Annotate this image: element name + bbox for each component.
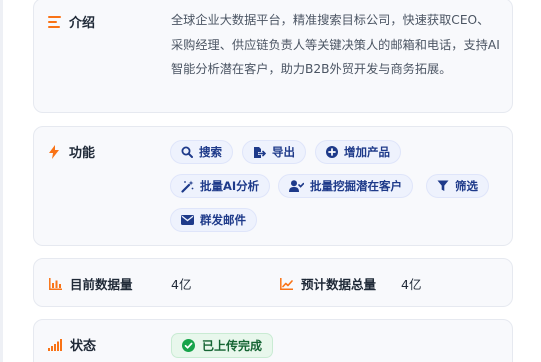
batch-mine-prospects-label: 批量挖掘潜在客户 [310,179,402,193]
intro-label: 介绍 [47,12,95,31]
plus-circle-icon [326,146,338,158]
intro-description: 全球企业大数据平台，精准搜索目标公司，快速获取CEO、采购经理、供应链负责人等关… [171,13,500,76]
mass-email-button-label: 群发邮件 [200,213,246,227]
expected-data-label-text: 预计数据总量 [301,277,377,292]
filter-icon [437,180,449,191]
batch-ai-analysis-label: 批量AI分析 [200,179,260,193]
intro-label-text: 介绍 [69,16,96,31]
search-button-label: 搜索 [199,145,222,159]
bolt-icon [47,144,61,159]
status-label: 状态 [48,335,96,354]
search-button[interactable]: 搜索 [170,140,233,164]
align-left-icon [47,15,61,29]
status-label-text: 状态 [70,339,97,354]
search-icon [181,146,193,158]
stats-card: 目前数据量 4亿 预计数据总量 4亿 [33,258,513,307]
mass-email-button[interactable]: 群发邮件 [170,208,257,232]
user-check-icon [289,180,304,192]
export-icon [254,146,266,158]
features-label-text: 功能 [69,146,96,161]
bar-chart-icon [48,277,62,291]
left-edge-divider [0,0,3,362]
features-card: 功能 搜索 导出 增加产品 批量AI分析 批量挖掘潜在客户 筛选 群发邮件 [33,126,513,246]
batch-mine-prospects-button[interactable]: 批量挖掘潜在客户 [278,174,413,198]
expected-data-value: 4亿 [401,277,422,292]
filter-button[interactable]: 筛选 [426,174,489,198]
add-product-button[interactable]: 增加产品 [315,140,401,164]
features-label: 功能 [47,142,95,161]
line-chart-icon [279,277,293,291]
magic-wand-icon [181,180,194,193]
current-data-label-text: 目前数据量 [70,277,133,292]
envelope-icon [181,215,194,225]
filter-button-label: 筛选 [455,179,478,193]
status-card: 状态 已上传完成 [33,319,513,362]
expected-data-label: 预计数据总量 [279,274,376,293]
export-button[interactable]: 导出 [242,140,306,164]
status-badge-text: 已上传完成 [202,339,263,353]
current-data-value: 4亿 [171,277,192,292]
signal-bars-icon [48,338,62,352]
check-circle-icon [182,339,195,352]
status-badge: 已上传完成 [171,333,274,358]
add-product-button-label: 增加产品 [344,145,390,159]
export-button-label: 导出 [272,145,295,159]
current-data-label: 目前数据量 [48,274,133,293]
batch-ai-analysis-button[interactable]: 批量AI分析 [170,174,271,198]
intro-card: 介绍 全球企业大数据平台，精准搜索目标公司，快速获取CEO、采购经理、供应链负责… [33,0,513,113]
